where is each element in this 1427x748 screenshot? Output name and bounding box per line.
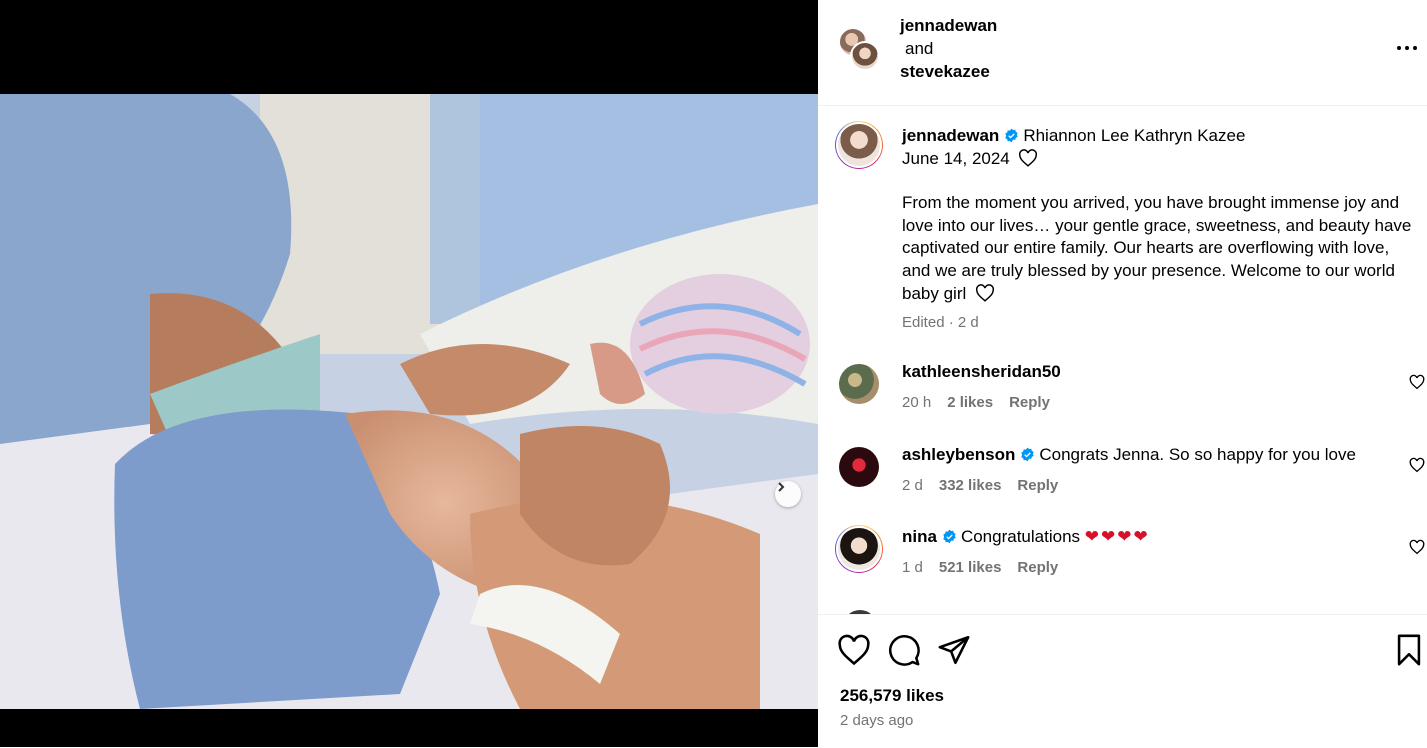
comment-row: nina Congratulations ❤❤❤❤ 1 d 521 likes R… — [818, 525, 1427, 599]
verified-badge-icon — [1021, 447, 1035, 462]
avatar[interactable] — [839, 364, 879, 404]
post-timestamp[interactable]: 2 days ago — [840, 712, 913, 729]
media-panel — [0, 0, 818, 747]
like-comment-icon[interactable] — [1409, 374, 1425, 390]
post-sidebar: jennadewan and stevekazee jennadewan Rhia… — [818, 0, 1427, 747]
header-joiner: and — [905, 39, 934, 58]
verified-badge-icon — [943, 529, 956, 544]
comments-section[interactable]: jennadewan Rhiannon Lee Kathryn Kazee Jun… — [818, 106, 1427, 614]
avatar — [850, 41, 880, 71]
reply-button[interactable]: Reply — [1009, 394, 1050, 411]
comment-time[interactable]: 20 h — [902, 394, 931, 411]
header-username-1[interactable]: jennadewan — [900, 14, 997, 37]
caption-avatar[interactable] — [835, 121, 883, 169]
comment-likes[interactable]: 332 likes — [939, 477, 1002, 494]
bookmark-icon[interactable] — [1392, 633, 1426, 667]
post-header: jennadewan and stevekazee — [818, 0, 1427, 106]
header-username-2[interactable]: stevekazee — [900, 60, 997, 83]
comment-row: kathleensheridan50 20 h 2 likes Reply — [818, 362, 1427, 434]
comment-row: ashleybenson Congrats Jenna. So so happy … — [818, 445, 1427, 517]
comment-text: Congratulations — [960, 527, 1081, 546]
avatar[interactable] — [835, 525, 883, 573]
next-slide-button[interactable] — [775, 481, 801, 507]
collab-names: jennadewan and stevekazee — [900, 14, 997, 83]
post-actions: 256,579 likes 2 days ago — [818, 614, 1427, 748]
reply-button[interactable]: Reply — [1017, 559, 1058, 576]
like-comment-icon[interactable] — [1409, 457, 1425, 473]
instagram-post-dialog: jennadewan and stevekazee jennadewan Rhia… — [0, 0, 1427, 747]
caption-date: June 14, 2024 — [902, 148, 1010, 168]
avatar[interactable] — [839, 447, 879, 487]
like-comment-icon[interactable] — [1409, 539, 1425, 555]
comment-time[interactable]: 1 d — [902, 559, 923, 576]
caption-username[interactable]: jennadewan — [902, 126, 999, 145]
post-photo[interactable] — [0, 94, 818, 709]
comment-likes[interactable]: 2 likes — [947, 394, 993, 411]
share-paper-plane-icon[interactable] — [937, 633, 971, 667]
comment-bubble-icon[interactable] — [887, 633, 921, 667]
comment-time[interactable]: 2 d — [902, 477, 923, 494]
comment-username[interactable]: ashleybenson — [902, 445, 1015, 464]
verified-badge-icon — [1005, 128, 1018, 143]
caption: jennadewan Rhiannon Lee Kathryn Kazee Jun… — [902, 125, 1417, 335]
chevron-right-icon — [778, 482, 785, 492]
reply-button[interactable]: Reply — [1017, 477, 1058, 494]
more-options-icon[interactable] — [1395, 36, 1419, 60]
heart-outline-icon — [1018, 148, 1037, 167]
collab-avatars[interactable] — [838, 27, 884, 73]
heart-outline-icon — [976, 283, 994, 302]
comment-username[interactable]: kathleensheridan50 — [902, 362, 1061, 381]
like-heart-icon[interactable] — [837, 633, 871, 667]
heart-emoji-group: ❤❤❤❤ — [1084, 527, 1150, 546]
comment-likes[interactable]: 521 likes — [939, 559, 1002, 576]
comment-text: Congrats Jenna. So so happy for you love — [1039, 445, 1356, 464]
caption-meta: Edited · 2 d — [902, 314, 979, 332]
likes-count[interactable]: 256,579 likes — [840, 686, 944, 706]
comment-username[interactable]: nina — [902, 527, 937, 546]
caption-title: Rhiannon Lee Kathryn Kazee — [1023, 126, 1246, 145]
